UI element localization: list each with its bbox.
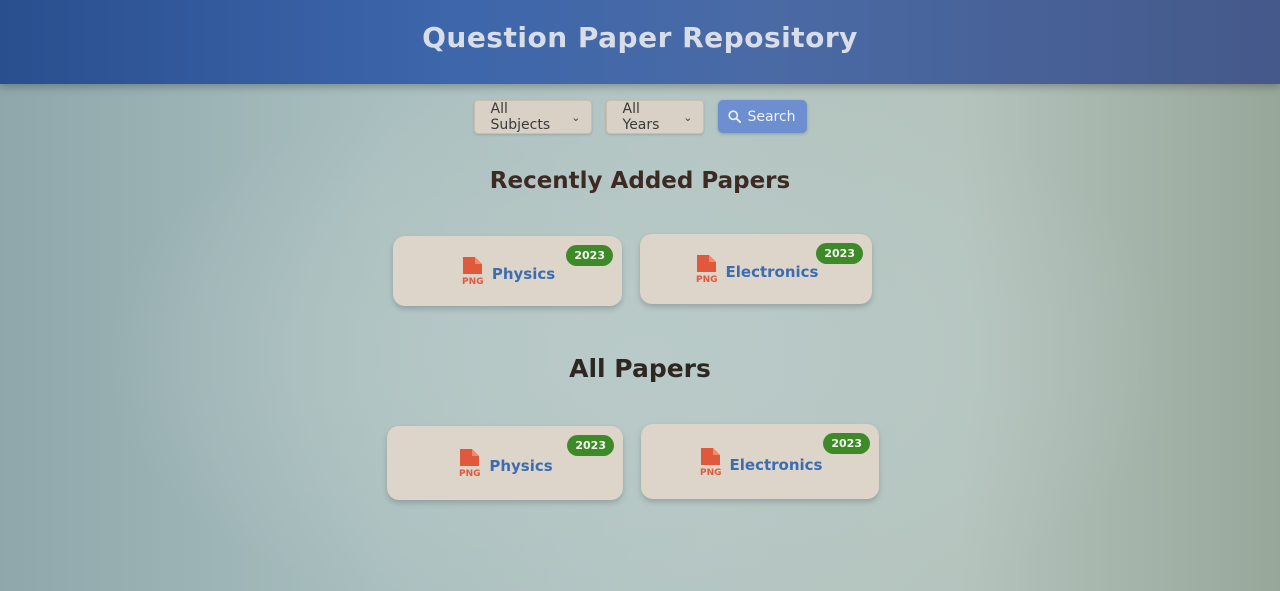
paper-card[interactable]: PNG Electronics 2023 xyxy=(641,424,879,499)
svg-text:PNG: PNG xyxy=(700,468,722,477)
year-badge: 2023 xyxy=(566,245,613,266)
page-title: Question Paper Repository xyxy=(422,20,858,54)
svg-text:PNG: PNG xyxy=(459,469,481,478)
png-file-icon: PNG xyxy=(694,254,722,285)
chevron-down-icon: ⌄ xyxy=(571,110,581,124)
paper-subject: Physics xyxy=(489,457,553,475)
year-badge: 2023 xyxy=(823,433,870,454)
png-file-icon: PNG xyxy=(698,447,726,478)
paper-card[interactable]: PNG Physics 2023 xyxy=(393,236,622,306)
year-select[interactable]: All Years ⌄ xyxy=(605,100,704,134)
subject-select[interactable]: All Subjects ⌄ xyxy=(473,100,592,134)
search-button-label: Search xyxy=(747,108,796,125)
search-icon xyxy=(728,110,742,123)
paper-subject: Electronics xyxy=(729,455,823,474)
chevron-down-icon: ⌄ xyxy=(683,110,693,124)
all-papers-heading: All Papers xyxy=(569,354,711,383)
svg-text:PNG: PNG xyxy=(462,277,484,286)
png-file-icon: PNG xyxy=(457,448,485,479)
subject-select-value: All Subjects xyxy=(490,101,551,133)
paper-subject: Electronics xyxy=(725,263,819,281)
paper-subject: Physics xyxy=(491,265,556,283)
recent-papers-heading: Recently Added Papers xyxy=(489,168,791,194)
app-header: Question Paper Repository xyxy=(0,0,1280,84)
search-button[interactable]: Search xyxy=(717,100,807,133)
png-file-icon: PNG xyxy=(460,256,488,287)
year-badge: 2023 xyxy=(567,435,614,456)
svg-text:PNG: PNG xyxy=(696,275,718,284)
filter-bar: All Subjects ⌄ All Years ⌄ Search xyxy=(0,100,1280,134)
paper-card[interactable]: PNG Physics 2023 xyxy=(387,426,623,500)
year-badge: 2023 xyxy=(816,243,863,264)
year-select-value: All Years xyxy=(622,101,660,133)
paper-card[interactable]: PNG Electronics 2023 xyxy=(640,234,872,304)
